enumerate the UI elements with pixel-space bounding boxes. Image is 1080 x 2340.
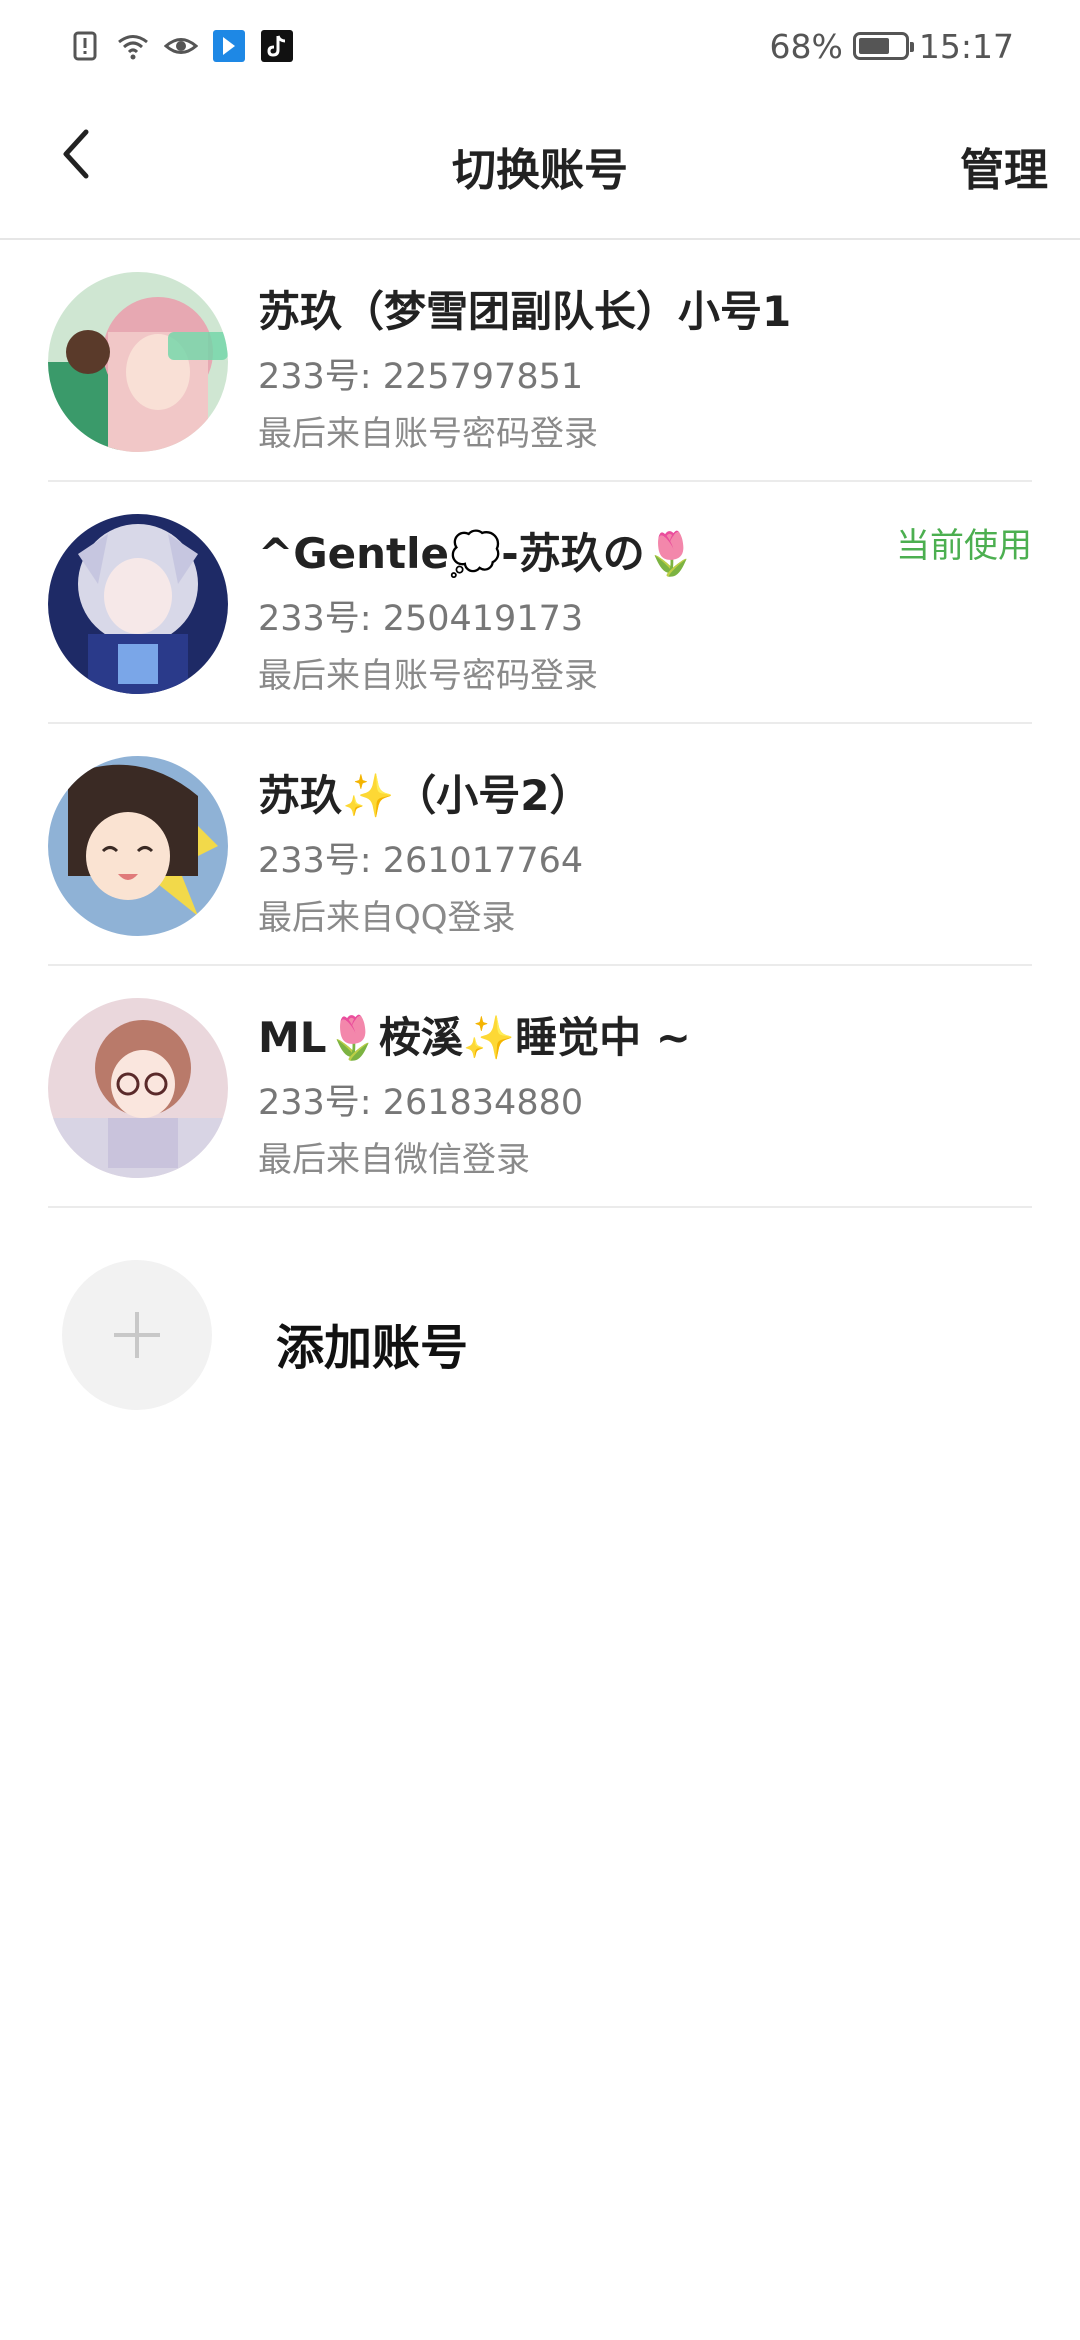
avatar xyxy=(48,756,228,936)
clock: 15:17 xyxy=(918,26,1014,66)
app-icon xyxy=(213,30,245,62)
account-list: 苏玖（梦雪团副队长）小号1 233号: 225797851 最后来自账号密码登录… xyxy=(0,240,1080,1208)
account-row[interactable]: 苏玖✨（小号2） 233号: 261017764 最后来自QQ登录 xyxy=(48,724,1032,966)
account-id: 233号: 261017764 xyxy=(258,841,584,881)
account-login-method: 最后来自账号密码登录 xyxy=(258,656,598,696)
status-right: 68% 15:17 xyxy=(770,24,1014,68)
account-row[interactable]: ^Gentle💭-苏玖の🌷 233号: 250419173 最后来自账号密码登录… xyxy=(48,482,1032,724)
account-id: 233号: 250419173 xyxy=(258,599,584,639)
wifi-icon xyxy=(118,35,148,60)
tiktok-icon xyxy=(261,30,293,62)
account-id: 233号: 225797851 xyxy=(258,357,584,397)
status-bar: 68% 15:17 xyxy=(0,0,1080,92)
manage-button[interactable]: 管理 xyxy=(960,134,1048,198)
account-login-method: 最后来自QQ登录 xyxy=(258,898,516,938)
current-account-badge: 当前使用 xyxy=(896,526,1032,566)
battery-level xyxy=(858,38,889,54)
account-login-method: 最后来自账号密码登录 xyxy=(258,414,598,454)
plus-icon xyxy=(114,1312,160,1358)
account-name: 苏玖（梦雪团副队长）小号1 xyxy=(258,287,792,336)
avatar xyxy=(48,998,228,1178)
nav-bar: 切换账号 管理 xyxy=(0,92,1080,240)
account-name: 苏玖✨（小号2） xyxy=(258,771,592,820)
account-name: ^Gentle💭-苏玖の🌷 xyxy=(258,529,698,578)
battery-icon xyxy=(852,32,914,60)
account-name: ML🌷桉溪✨睡觉中 ~ xyxy=(258,1013,691,1062)
add-account-label: 添加账号 xyxy=(276,1320,469,1376)
account-id: 233号: 261834880 xyxy=(258,1083,584,1123)
status-icons xyxy=(68,26,294,66)
eye-icon xyxy=(164,38,198,54)
account-row[interactable]: 苏玖（梦雪团副队长）小号1 233号: 225797851 最后来自账号密码登录 xyxy=(48,240,1032,482)
avatar xyxy=(48,514,228,694)
account-login-method: 最后来自微信登录 xyxy=(258,1140,530,1180)
avatar xyxy=(48,272,228,452)
add-account-circle xyxy=(62,1260,212,1410)
alert-icon xyxy=(73,31,97,61)
battery-percent: 68% xyxy=(769,26,843,66)
add-account-button[interactable]: 添加账号 xyxy=(0,1210,1080,1410)
account-row[interactable]: ML🌷桉溪✨睡觉中 ~ 233号: 261834880 最后来自微信登录 xyxy=(48,966,1032,1208)
page-title: 切换账号 xyxy=(452,145,628,196)
